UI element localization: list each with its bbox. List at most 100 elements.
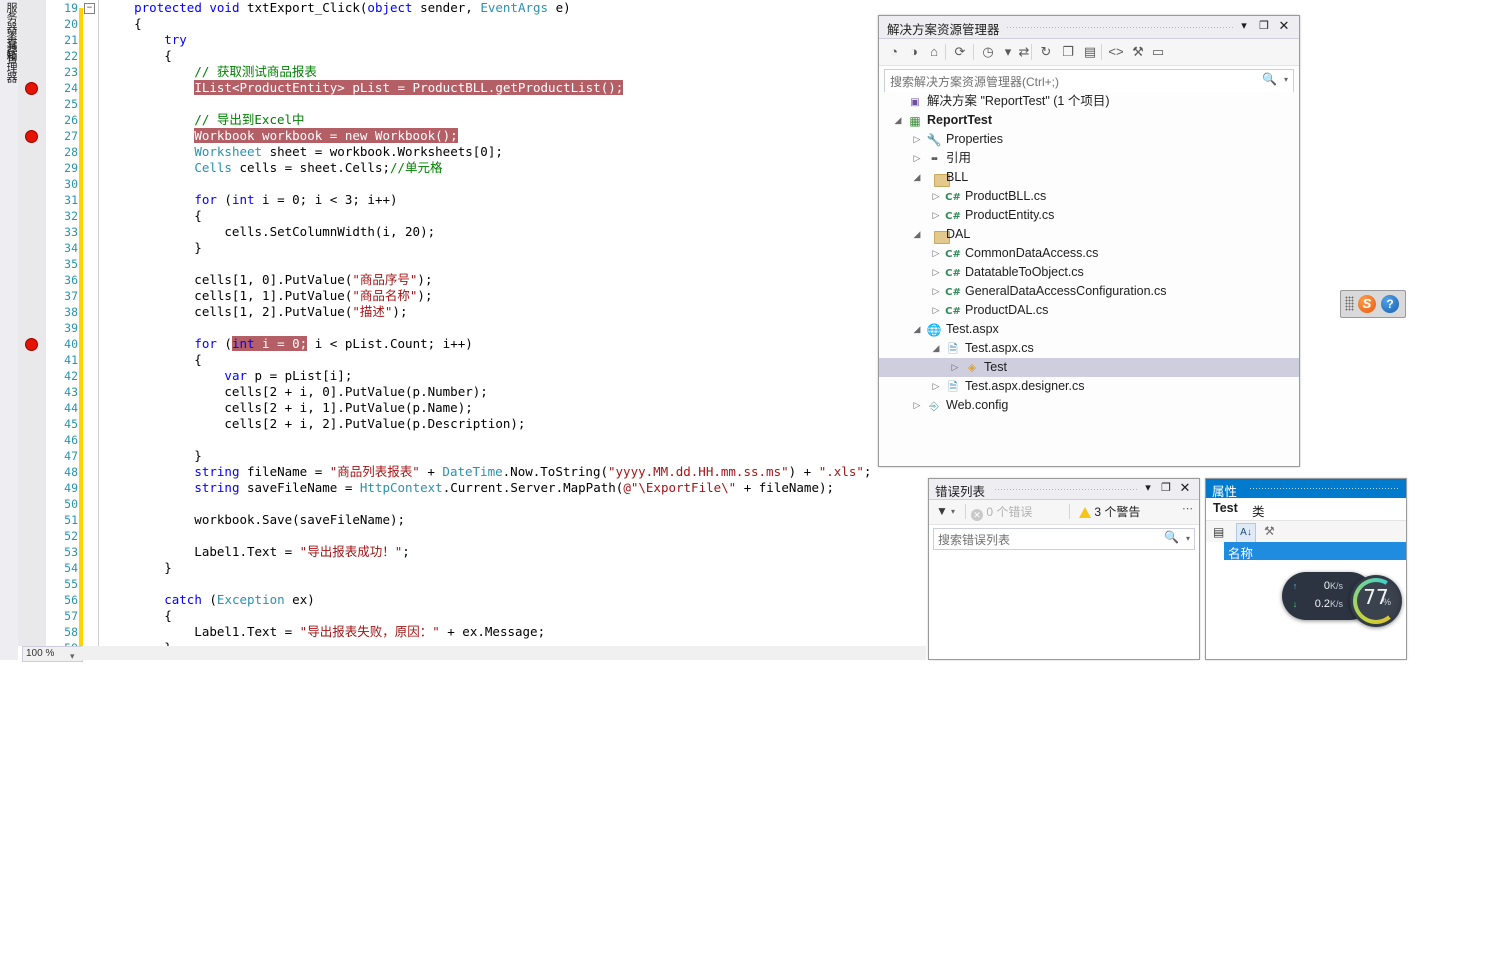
code-line[interactable]: } bbox=[104, 448, 924, 464]
solution-explorer-titlebar[interactable]: 解决方案资源管理器 ▾ ❐ ✕ bbox=[879, 16, 1299, 39]
error-list-titlebar[interactable]: 错误列表 ▾ ❐ ✕ bbox=[929, 479, 1199, 500]
expander-collapsed-icon[interactable]: ▷ bbox=[931, 244, 941, 263]
tree-item[interactable]: ▷C#GeneralDataAccessConfiguration.cs bbox=[879, 282, 1299, 301]
properties-object-header[interactable]: Test 类 bbox=[1206, 498, 1406, 521]
sidebar-tab-toolbox[interactable]: 工具箱 bbox=[0, 30, 18, 60]
code-line[interactable] bbox=[104, 528, 924, 544]
tree-item[interactable]: ◢🗎Test.aspx.cs bbox=[879, 339, 1299, 358]
code-line[interactable]: Cells cells = sheet.Cells;//单元格 bbox=[104, 160, 924, 176]
code-line[interactable]: { bbox=[104, 608, 924, 624]
code-line[interactable]: Label1.Text = "导出报表失败，原因：" + ex.Message; bbox=[104, 624, 924, 640]
close-icon[interactable]: ✕ bbox=[1178, 481, 1192, 495]
warning-count-button[interactable]: 3 个警告 bbox=[1079, 503, 1140, 520]
code-line[interactable]: cells[1, 0].PutValue("商品序号"); bbox=[104, 272, 924, 288]
preview-icon[interactable]: ▭ bbox=[1149, 43, 1167, 61]
tree-item[interactable]: ▷⎆Web.config bbox=[879, 396, 1299, 415]
editor-horizontal-scrollbar[interactable] bbox=[82, 646, 926, 660]
code-line[interactable] bbox=[104, 496, 924, 512]
expander-collapsed-icon[interactable]: ▷ bbox=[931, 187, 941, 206]
properties-titlebar[interactable]: 属性 bbox=[1206, 479, 1406, 498]
help-icon[interactable]: ? bbox=[1381, 295, 1399, 313]
code-line[interactable]: protected void txtExport_Click(object se… bbox=[104, 0, 924, 16]
property-row-name[interactable]: 名称 bbox=[1206, 542, 1406, 560]
code-line[interactable]: cells[2 + i, 2].PutValue(p.Description); bbox=[104, 416, 924, 432]
breakpoint-icon[interactable] bbox=[25, 82, 38, 95]
code-line[interactable]: { bbox=[104, 352, 924, 368]
ime-floating-toolbar[interactable]: S ? bbox=[1340, 290, 1406, 318]
collapse-region-icon[interactable]: − bbox=[84, 3, 95, 14]
expander-collapsed-icon[interactable]: ▷ bbox=[950, 358, 960, 377]
code-line[interactable]: catch (Exception ex) bbox=[104, 592, 924, 608]
filter-caret-icon[interactable]: ▾ bbox=[951, 507, 955, 516]
close-icon[interactable]: ✕ bbox=[1277, 19, 1291, 33]
code-line[interactable]: Workbook workbook = new Workbook(); bbox=[104, 128, 924, 144]
expander-collapsed-icon[interactable]: ▷ bbox=[912, 130, 922, 149]
collapse-all-icon[interactable]: ↻ bbox=[1037, 43, 1055, 61]
code-line[interactable]: workbook.Save(saveFileName); bbox=[104, 512, 924, 528]
code-line[interactable] bbox=[104, 256, 924, 272]
tree-item[interactable]: ◢BLL bbox=[879, 168, 1299, 187]
show-all-files-icon[interactable]: ❐ bbox=[1059, 43, 1077, 61]
alphabetical-sort-icon[interactable]: A↓ bbox=[1236, 523, 1256, 543]
error-count-button[interactable]: ✕ 0 个错误 bbox=[971, 503, 1032, 521]
solution-explorer-search-input[interactable]: 搜索解决方案资源管理器(Ctrl+;) 🔍 ▾ bbox=[884, 69, 1294, 93]
code-line[interactable]: { bbox=[104, 16, 924, 32]
error-list-rows[interactable] bbox=[929, 550, 1199, 659]
code-line[interactable]: cells[2 + i, 0].PutValue(p.Number); bbox=[104, 384, 924, 400]
breakpoint-margin[interactable] bbox=[18, 0, 46, 646]
solution-tree[interactable]: ▣解决方案 "ReportTest" (1 个项目)◢▦ReportTest▷🔧… bbox=[879, 92, 1299, 466]
outlining-margin[interactable] bbox=[84, 0, 99, 646]
expander-collapsed-icon[interactable]: ▷ bbox=[931, 282, 941, 301]
code-line[interactable]: } bbox=[104, 560, 924, 576]
expander-collapsed-icon[interactable]: ▷ bbox=[912, 149, 922, 168]
expander-expanded-icon[interactable]: ◢ bbox=[912, 320, 922, 339]
properties-page-icon[interactable]: ▤ bbox=[1081, 43, 1099, 61]
tree-item[interactable]: ▷C#CommonDataAccess.cs bbox=[879, 244, 1299, 263]
expander-collapsed-icon[interactable]: ▷ bbox=[912, 396, 922, 415]
code-editor[interactable]: 1920212223242526272829303132333435363738… bbox=[18, 0, 926, 660]
tree-item[interactable]: ▷🗎Test.aspx.designer.cs bbox=[879, 377, 1299, 396]
home-icon[interactable]: ⌂ bbox=[925, 43, 943, 61]
code-line[interactable] bbox=[104, 176, 924, 192]
cpu-usage-gauge[interactable]: 77 % bbox=[1350, 575, 1402, 627]
code-line[interactable]: for (int i = 0; i < pList.Count; i++) bbox=[104, 336, 924, 352]
code-line[interactable] bbox=[104, 320, 924, 336]
code-line[interactable]: // 获取测试商品报表 bbox=[104, 64, 924, 80]
tree-item[interactable]: ▷◈Test bbox=[879, 358, 1299, 377]
expander-expanded-icon[interactable]: ◢ bbox=[931, 339, 941, 358]
code-line[interactable]: var p = pList[i]; bbox=[104, 368, 924, 384]
expander-collapsed-icon[interactable]: ▷ bbox=[931, 301, 941, 320]
code-line[interactable] bbox=[104, 576, 924, 592]
code-line[interactable]: Label1.Text = "导出报表成功！"; bbox=[104, 544, 924, 560]
search-icon[interactable]: 🔍 bbox=[1262, 72, 1277, 86]
tree-item[interactable]: ◢🌐Test.aspx bbox=[879, 320, 1299, 339]
expander-collapsed-icon[interactable]: ▷ bbox=[931, 263, 941, 282]
code-line[interactable]: Worksheet sheet = workbook.Worksheets[0]… bbox=[104, 144, 924, 160]
code-line[interactable]: cells[1, 2].PutValue("描述"); bbox=[104, 304, 924, 320]
code-line[interactable]: try bbox=[104, 32, 924, 48]
expander-expanded-icon[interactable]: ◢ bbox=[912, 168, 922, 187]
code-line[interactable] bbox=[104, 432, 924, 448]
categorized-icon[interactable]: ▤ bbox=[1213, 524, 1229, 540]
code-line[interactable]: // 导出到Excel中 bbox=[104, 112, 924, 128]
tree-item[interactable]: ▷🔧Properties bbox=[879, 130, 1299, 149]
search-icon[interactable]: 🔍 bbox=[1164, 530, 1179, 544]
zoom-caret-icon[interactable]: ▾ bbox=[70, 651, 75, 662]
view-code-icon[interactable]: <> bbox=[1107, 43, 1125, 61]
code-line[interactable]: for (int i = 0; i < 3; i++) bbox=[104, 192, 924, 208]
expander-expanded-icon[interactable]: ◢ bbox=[912, 225, 922, 244]
chevron-down-icon[interactable]: ▾ bbox=[1237, 19, 1251, 33]
code-line[interactable]: { bbox=[104, 208, 924, 224]
property-pages-icon[interactable]: ⚒ bbox=[1264, 524, 1275, 538]
tree-item[interactable]: ▣解决方案 "ReportTest" (1 个项目) bbox=[879, 92, 1299, 111]
tree-item[interactable]: ▷C#ProductBLL.cs bbox=[879, 187, 1299, 206]
expander-expanded-icon[interactable]: ◢ bbox=[893, 111, 903, 130]
code-line[interactable]: cells.SetColumnWidth(i, 20); bbox=[104, 224, 924, 240]
search-options-caret-icon[interactable]: ▾ bbox=[1186, 534, 1190, 543]
properties-toolbar[interactable]: ▤ A↓ ⚒ bbox=[1206, 521, 1406, 544]
breakpoint-icon[interactable] bbox=[25, 338, 38, 351]
tree-item[interactable]: ▷C#DatatableToObject.cs bbox=[879, 263, 1299, 282]
forward-icon[interactable]: ◑ bbox=[905, 43, 923, 61]
sogou-logo-icon[interactable]: S bbox=[1358, 295, 1376, 313]
back-icon[interactable]: ◔ bbox=[885, 43, 903, 61]
